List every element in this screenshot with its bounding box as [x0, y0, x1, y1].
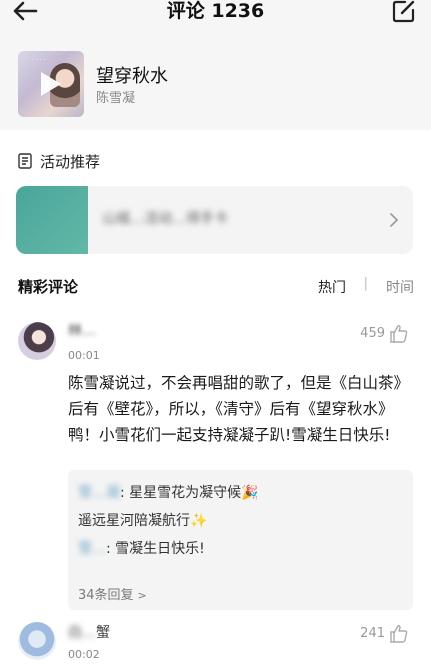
comment-time: 00:01 [68, 349, 100, 362]
top-bar: 评论 1236 [0, 0, 431, 26]
like-button[interactable]: 241 [349, 624, 409, 644]
comment-username[interactable]: 林… [68, 320, 96, 340]
comment-username[interactable]: 白…蟹 [68, 622, 110, 642]
reply-preview-box[interactable]: 雪…凝: 星星雪花为凝守候🎉 遥远星河陪凝航行✨ 雪…: 雪凝生日快乐! 34条… [68, 470, 413, 610]
play-icon[interactable] [41, 72, 61, 96]
reply-username[interactable]: 雪…凝 [78, 482, 120, 502]
album-cover[interactable]: · · · · [18, 51, 84, 117]
like-button[interactable]: 459 [349, 324, 409, 344]
comment-item: 白…蟹 00:02 241 [0, 618, 431, 666]
reply-text: 遥远星河陪凝航行 [78, 513, 190, 529]
cover-title-art: · · · · [32, 57, 46, 64]
sort-hot-tab[interactable]: 热门 [318, 277, 346, 297]
view-replies-link[interactable]: 34条回复 > [78, 584, 147, 603]
activity-card-text: 山城…活动…得手卡 [102, 211, 228, 227]
reply-username[interactable]: 雪… [78, 538, 106, 558]
comment-text: 陈雪凝说过，不会再唱甜的歌了，但是《白山茶》后有《壁花》，所以，《清守》后有《望… [68, 374, 410, 444]
thumbs-up-icon [390, 325, 408, 343]
sort-time-tab[interactable]: 时间 [386, 277, 414, 297]
activity-card[interactable]: 山城…活动…得手卡 [16, 186, 413, 254]
activity-thumbnail [16, 186, 88, 254]
reply-item: 遥远星河陪凝航行✨ [78, 510, 207, 530]
sparkles-emoji: ✨ [190, 513, 208, 529]
comment-time: 00:02 [68, 648, 100, 661]
list-doc-icon [18, 153, 32, 169]
edit-square-icon [392, 0, 415, 23]
sort-divider: | [363, 276, 368, 291]
chevron-right-icon [390, 213, 399, 227]
avatar[interactable] [18, 622, 56, 660]
party-popper-emoji: 🎉 [241, 485, 259, 501]
avatar[interactable] [18, 322, 56, 360]
activity-section-title: 活动推荐 [40, 153, 101, 171]
song-title: 望穿秋水 [96, 66, 168, 87]
thumbs-up-icon [390, 625, 408, 643]
section-title: 精彩评论 [18, 278, 79, 296]
comment-item: 林… 00:01 459 陈雪凝说过，不会再唱甜的歌了，但是《白山茶》后有《壁花… [0, 320, 431, 610]
reply-text: 星星雪花为凝守候 [129, 485, 242, 501]
chevron-right-icon: > [137, 589, 147, 602]
like-count: 241 [360, 626, 385, 641]
comments-section-header: 精彩评论 热门 | 时间 [18, 276, 414, 300]
reply-text: 雪凝生日快乐! [115, 541, 205, 557]
song-info-bar[interactable]: · · · · 望穿秋水 陈雪凝 [0, 26, 431, 130]
song-artist[interactable]: 陈雪凝 [96, 87, 135, 106]
page-title: 评论 1236 [166, 0, 265, 22]
reply-item: 雪…凝: 星星雪花为凝守候🎉 [78, 482, 259, 502]
write-comment-button[interactable] [391, 0, 417, 24]
reply-item: 雪…: 雪凝生日快乐! [78, 538, 205, 558]
like-count: 459 [360, 326, 385, 341]
